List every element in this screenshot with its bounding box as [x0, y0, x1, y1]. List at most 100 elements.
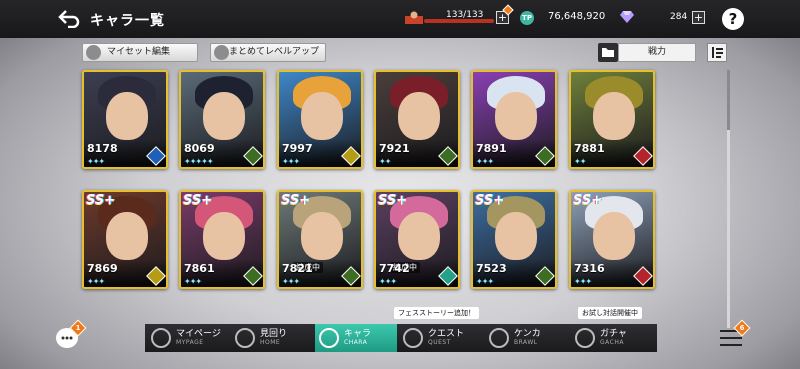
nav-mypage-label: マイページ — [176, 329, 221, 339]
card-power: 7891 — [476, 142, 507, 155]
brawl-icon — [489, 328, 509, 348]
star-rating-icon: ✦✦✦ — [574, 277, 592, 286]
character-face — [593, 92, 635, 140]
nav-chara-label: キャラ — [344, 329, 372, 339]
character-face — [203, 92, 245, 140]
character-card[interactable]: SS+ 7861 ✦✦✦ — [179, 190, 265, 289]
bottom-nav: マイページ MYPAGE 見回り HOME キャラ CHARA クエスト QUE… — [145, 324, 657, 352]
star-rating-icon: ✦✦✦ — [282, 157, 300, 166]
gacha-icon — [575, 328, 595, 348]
star-rating-icon: ✦✦ — [379, 157, 391, 166]
character-card[interactable]: SS+ 7869 ✦✦✦ — [82, 190, 168, 289]
myset-edit-button[interactable]: マイセット編集 — [82, 43, 198, 62]
character-face — [495, 92, 537, 140]
card-power: 7997 — [282, 142, 313, 155]
character-face — [106, 92, 148, 140]
scrollbar-thumb[interactable] — [727, 70, 730, 130]
nav-brawl[interactable]: ケンカ BRAWL — [485, 324, 567, 352]
character-face — [593, 212, 635, 260]
star-rating-icon: ✦✦✦✦✦ — [184, 157, 213, 166]
filter-button[interactable] — [707, 43, 727, 62]
nav-mypage[interactable]: マイページ MYPAGE — [147, 324, 229, 352]
star-rating-icon: ✦✦ — [574, 157, 586, 166]
character-card[interactable]: 8178 ✦✦✦ — [82, 70, 168, 169]
patrol-icon — [235, 328, 255, 348]
myset-edit-label: マイセット編集 — [107, 47, 171, 57]
nav-quest-sublabel: QUEST — [428, 339, 451, 346]
character-face — [301, 212, 343, 260]
nav-quest[interactable]: クエスト QUEST — [399, 324, 481, 352]
character-card[interactable]: SS+ 編成中 7821 ✦✦✦ — [277, 190, 363, 289]
character-card[interactable]: 7891 ✦✦✦ — [471, 70, 557, 169]
stamina-value: 133/133 — [446, 10, 484, 20]
star-rating-icon: ✦✦✦ — [87, 157, 105, 166]
bulk-levelup-button[interactable]: まとめてレベルアップ — [210, 43, 326, 62]
sort-select[interactable]: 戦力 — [618, 43, 696, 62]
character-card[interactable]: 8069 ✦✦✦✦✦ — [179, 70, 265, 169]
gem-value: 284 — [670, 12, 688, 22]
star-rating-icon: ✦✦✦ — [184, 277, 202, 286]
coin-icon: TP — [520, 11, 534, 25]
character-face — [398, 92, 440, 140]
rank-badge: SS+ — [281, 193, 311, 208]
character-face — [495, 212, 537, 260]
character-face — [398, 212, 440, 260]
character-card[interactable]: 7881 ✦✦ — [569, 70, 655, 169]
chara-icon — [319, 328, 339, 348]
character-face — [106, 212, 148, 260]
nav-chara[interactable]: キャラ CHARA — [315, 324, 397, 352]
nav-gacha-sublabel: GACHA — [600, 339, 624, 346]
card-power: 7881 — [574, 142, 605, 155]
star-rating-icon: ✦✦✦ — [476, 157, 494, 166]
character-card[interactable]: SS+ 編成中 7742 ✦✦✦ — [374, 190, 460, 289]
character-card[interactable]: 7997 ✦✦✦ — [277, 70, 363, 169]
mypage-icon — [151, 328, 171, 348]
rank-badge: SS+ — [86, 193, 116, 208]
card-power: 7921 — [379, 142, 410, 155]
rank-badge: SS+ — [573, 193, 603, 208]
nav-gacha-label: ガチャ — [600, 329, 627, 339]
top-bar: キャラ一覧 133/133 + TP 76,648,920 284 + ? — [0, 0, 800, 38]
nav-home-label: 見回り — [260, 329, 288, 339]
card-power: 7861 — [184, 262, 215, 275]
quest-icon — [403, 328, 423, 348]
levelup-icon — [214, 45, 229, 60]
page-title: キャラ一覧 — [90, 13, 165, 29]
back-arrow-icon[interactable] — [58, 8, 80, 28]
card-power: 8069 — [184, 142, 215, 155]
gem-icon — [620, 11, 634, 23]
nav-home[interactable]: 見回り HOME — [231, 324, 313, 352]
nav-quest-label: クエスト — [428, 329, 465, 339]
trial-dialogue-tooltip: お試し対話開催中 — [578, 307, 642, 319]
nav-brawl-sublabel: BRAWL — [514, 339, 538, 346]
star-rating-icon: ✦✦✦ — [476, 277, 494, 286]
help-button[interactable]: ? — [722, 8, 744, 30]
card-power: 7316 — [574, 262, 605, 275]
nav-gacha[interactable]: ガチャ GACHA — [571, 324, 653, 352]
pencil-icon — [86, 45, 101, 60]
folder-button[interactable] — [598, 43, 618, 62]
add-gem-button[interactable]: + — [692, 11, 705, 24]
card-power: 7742 — [379, 262, 410, 275]
bulk-levelup-label: まとめてレベルアップ — [229, 47, 320, 57]
stamina-icon — [405, 11, 423, 24]
character-card[interactable]: SS+ 7523 ✦✦✦ — [471, 190, 557, 289]
star-rating-icon: ✦✦✦ — [87, 277, 105, 286]
rank-badge: SS+ — [183, 193, 213, 208]
nav-brawl-label: ケンカ — [514, 329, 541, 339]
festival-story-tooltip: フェスストーリー追加！ — [394, 307, 479, 319]
rank-badge: SS+ — [475, 193, 505, 208]
nav-home-sublabel: HOME — [260, 339, 281, 346]
star-rating-icon: ✦✦✦ — [282, 277, 300, 286]
character-card[interactable]: 7921 ✦✦ — [374, 70, 460, 169]
card-power: 7821 — [282, 262, 313, 275]
folder-icon — [602, 48, 614, 57]
filter-icon — [712, 47, 723, 58]
card-power: 8178 — [87, 142, 118, 155]
character-face — [301, 92, 343, 140]
coin-value: 76,648,920 — [548, 11, 606, 22]
rank-badge: SS+ — [378, 193, 408, 208]
nav-chara-sublabel: CHARA — [344, 339, 368, 346]
character-face — [203, 212, 245, 260]
character-card[interactable]: SS+ 7316 ✦✦✦ — [569, 190, 655, 289]
